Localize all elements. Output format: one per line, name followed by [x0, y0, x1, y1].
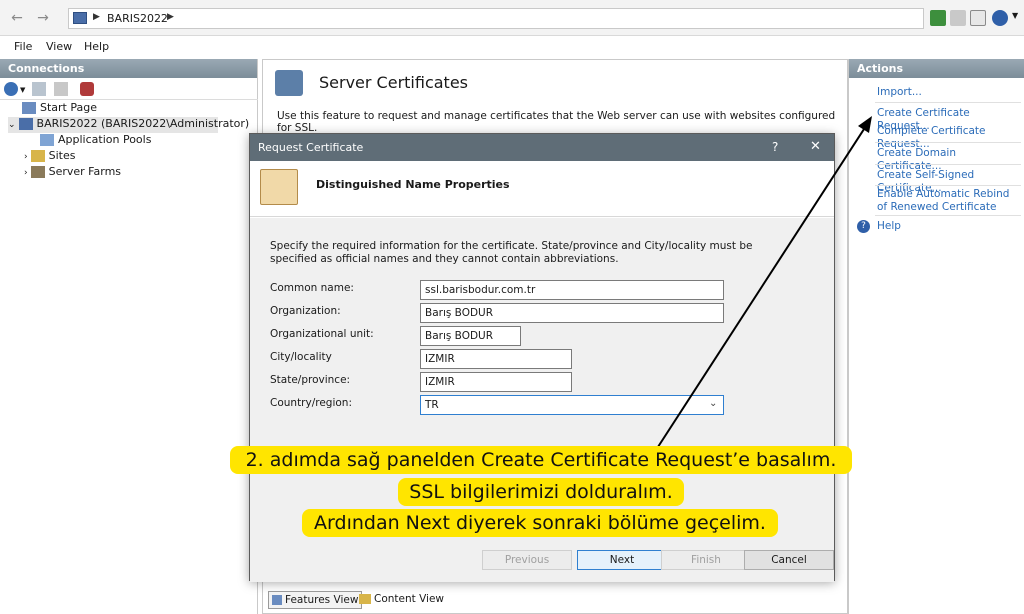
divider — [875, 142, 1021, 143]
next-button[interactable]: Next — [577, 550, 667, 570]
features-view-icon — [272, 595, 282, 605]
home-icon[interactable] — [970, 10, 986, 26]
country-region-value: TR — [425, 399, 439, 411]
app-pool-icon — [40, 134, 54, 146]
chevron-down-icon[interactable]: ▼ — [20, 86, 25, 94]
callout-line-1: 2. adımda sağ panelden Create Certificat… — [230, 446, 852, 474]
city-locality-input[interactable]: IZMIR — [420, 349, 572, 369]
action-help[interactable]: Help — [877, 220, 1023, 233]
dialog-help-button[interactable]: ? — [772, 140, 778, 154]
connections-toolbar: ▼ — [0, 78, 258, 100]
chevron-right-icon[interactable]: › — [24, 168, 28, 178]
chevron-right-icon[interactable]: ▶ — [167, 12, 174, 22]
content-view-icon — [359, 594, 371, 604]
menu-help[interactable]: Help — [84, 40, 109, 53]
server-icon — [18, 118, 33, 130]
callout-line-2: SSL bilgilerimizi dolduralım. — [398, 478, 684, 506]
back-button[interactable]: ← — [4, 7, 30, 29]
tree-item-start-page[interactable]: Start Page — [22, 101, 97, 117]
start-page-icon — [22, 102, 36, 114]
chevron-down-icon[interactable]: ⌄ — [709, 397, 717, 411]
actions-pane: Actions Import... Create Certificate Req… — [848, 59, 1024, 614]
divider — [875, 215, 1021, 216]
refresh-icon[interactable] — [930, 10, 946, 26]
save-icon[interactable] — [32, 82, 46, 96]
forward-button[interactable]: → — [30, 7, 56, 29]
organization-label: Organization: — [270, 305, 341, 317]
chevron-down-icon[interactable]: ▼ — [1012, 11, 1018, 20]
instructions-text: Specify the required information for the… — [270, 240, 753, 265]
state-province-label: State/province: — [270, 374, 351, 386]
address-bar: ← → ▶ BARIS2022 ▶ ▼ — [0, 0, 1024, 36]
menu-bar: File View Help — [0, 36, 1024, 58]
close-icon[interactable]: ✕ — [810, 139, 821, 154]
help-icon: ? — [857, 220, 870, 233]
divider — [875, 164, 1021, 165]
organizational-unit-input[interactable]: Barış BODUR — [420, 326, 521, 346]
tree-item-sites[interactable]: › Sites — [24, 149, 75, 165]
city-locality-label: City/locality — [270, 351, 332, 363]
country-region-select[interactable]: TR ⌄ — [420, 395, 724, 415]
chevron-down-icon[interactable]: ⌄ — [8, 120, 16, 130]
common-name-label: Common name: — [270, 282, 354, 294]
up-icon[interactable] — [54, 82, 68, 96]
tab-content-view[interactable]: Content View — [356, 591, 447, 609]
stop-icon[interactable] — [950, 10, 966, 26]
connections-pane: Connections ▼ Start Page ⌄ BARIS2022 (BAR… — [0, 59, 258, 614]
tree-item-server-farms[interactable]: › Server Farms — [24, 165, 121, 181]
organization-input[interactable]: Barış BODUR — [420, 303, 724, 323]
chevron-right-icon: ▶ — [93, 12, 100, 22]
divider — [875, 102, 1021, 103]
action-enable-automatic-rebind[interactable]: Enable Automatic Rebind of Renewed Certi… — [877, 188, 1013, 214]
cancel-button[interactable]: Cancel — [744, 550, 834, 570]
dialog-titlebar: Request Certificate ? ✕ — [250, 134, 834, 161]
country-region-label: Country/region: — [270, 397, 352, 409]
organizational-unit-label: Organizational unit: — [270, 328, 374, 340]
finish-button[interactable]: Finish — [661, 550, 751, 570]
arrow-right-icon: → — [37, 10, 49, 26]
server-farms-icon — [30, 166, 45, 178]
action-import[interactable]: Import... — [877, 86, 1023, 99]
tab-features-view[interactable]: Features View — [268, 591, 363, 609]
sites-icon — [30, 150, 45, 162]
tree-item-app-pools[interactable]: Application Pools — [40, 133, 151, 149]
page-title: Server Certificates — [319, 73, 468, 92]
help-icon[interactable] — [992, 10, 1008, 26]
page-description: Use this feature to request and manage c… — [277, 110, 836, 134]
disconnect-icon[interactable] — [80, 82, 94, 96]
dialog-header: Distinguished Name Properties — [250, 161, 834, 217]
state-province-input[interactable]: IZMIR — [420, 372, 572, 392]
actions-header: Actions — [849, 59, 1024, 78]
address-field[interactable]: ▶ BARIS2022 ▶ — [68, 8, 924, 29]
connections-header: Connections — [0, 59, 257, 78]
connect-icon[interactable] — [4, 82, 18, 96]
menu-file[interactable]: File — [14, 40, 32, 53]
callout-line-3: Ardından Next diyerek sonraki bölüme geç… — [302, 509, 778, 537]
dialog-title: Request Certificate — [258, 141, 364, 154]
view-tabs: Features View Content View — [262, 588, 848, 614]
common-name-input[interactable]: ssl.barisbodur.com.tr — [420, 280, 724, 300]
dialog-header-title: Distinguished Name Properties — [316, 178, 510, 191]
certificate-icon — [260, 169, 298, 205]
server-icon — [73, 12, 87, 24]
previous-button[interactable]: Previous — [482, 550, 572, 570]
menu-view[interactable]: View — [46, 40, 72, 53]
server-certificates-icon — [275, 70, 303, 96]
chevron-right-icon[interactable]: › — [24, 152, 28, 162]
breadcrumb-item[interactable]: BARIS2022 — [107, 12, 168, 25]
divider — [875, 185, 1021, 186]
arrow-left-icon: ← — [11, 10, 23, 26]
tree-item-server[interactable]: ⌄ BARIS2022 (BARIS2022\Administrator) — [8, 117, 249, 133]
